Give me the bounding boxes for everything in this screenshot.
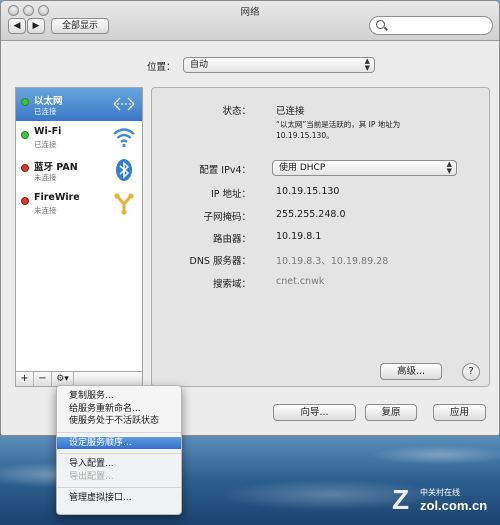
- bluetooth-icon: [116, 159, 132, 181]
- show-all-button[interactable]: 全部显示: [51, 18, 109, 34]
- back-arrow-icon: ◀: [13, 21, 21, 31]
- status-description-ip: 10.19.15.130。: [276, 131, 334, 140]
- service-item-wifi[interactable]: Wi-Fi 已连接: [16, 121, 142, 154]
- location-label: 位置：: [147, 62, 176, 73]
- menu-item-duplicate-service[interactable]: 复制服务...: [57, 390, 181, 403]
- search-icon: [376, 20, 385, 29]
- title-bar: 网络 ◀ ▶ 全部显示: [1, 1, 499, 41]
- status-description: “以太网”当前是活跃的，其 IP 地址为: [276, 120, 401, 129]
- advanced-button[interactable]: 高级...: [380, 363, 442, 380]
- menu-separator: [57, 453, 181, 454]
- status-dot-icon: [21, 164, 29, 172]
- assist-me-button[interactable]: 向导...: [273, 404, 356, 421]
- menu-separator: [57, 487, 181, 488]
- firewire-icon: [114, 193, 134, 215]
- service-status: 已连接: [34, 107, 57, 116]
- ethernet-arrows-icon: [113, 97, 135, 111]
- service-name: FireWire: [34, 192, 80, 203]
- status-dot-icon: [21, 98, 29, 106]
- remove-service-button[interactable]: −: [34, 372, 52, 386]
- zol-watermark: Z 中关村在线 zol.com.cn: [392, 483, 496, 519]
- menu-item-set-service-order[interactable]: 设定服务顺序...: [57, 436, 181, 449]
- add-service-button[interactable]: +: [16, 372, 34, 386]
- router-value: 10.19.8.1: [276, 231, 322, 242]
- location-popup[interactable]: 自动 ▲ ▼: [183, 57, 375, 73]
- forward-button[interactable]: ▶: [27, 18, 45, 34]
- help-button[interactable]: ?: [462, 363, 480, 381]
- menu-item-manage-virtual-interfaces[interactable]: 管理虚拟接口...: [57, 492, 181, 505]
- service-detail-panel: 状态： 已连接 “以太网”当前是活跃的，其 IP 地址为 10.19.15.13…: [151, 87, 490, 387]
- dns-server-value[interactable]: 10.19.8.3、10.19.89.28: [276, 253, 388, 267]
- config-ipv4-popup[interactable]: 使用 DHCP ▲ ▼: [272, 160, 457, 176]
- menu-item-import-configurations[interactable]: 导入配置...: [57, 458, 181, 471]
- status-label: 状态：: [222, 106, 251, 117]
- service-name: 蓝牙 PAN: [34, 162, 78, 173]
- service-status: 未连接: [34, 173, 57, 182]
- service-list[interactable]: 以太网 已连接 Wi-Fi 已连接 蓝牙 PAN 未连接 FireWire 未连…: [15, 87, 143, 372]
- search-domain-value[interactable]: cnet.cnwk: [276, 276, 324, 287]
- config-ipv4-value: 使用 DHCP: [279, 163, 326, 173]
- subnet-mask-value: 255.255.248.0: [276, 209, 346, 220]
- zol-watermark-en: zol.com.cn: [420, 498, 488, 513]
- gear-context-menu: 复制服务... 给服务重新命名... 使服务处于不活跃状态 设定服务顺序... …: [56, 385, 182, 515]
- revert-button[interactable]: 复原: [365, 404, 417, 421]
- back-button[interactable]: ◀: [8, 18, 26, 34]
- wifi-icon: [113, 128, 135, 148]
- subnet-mask-label: 子网掩码：: [203, 212, 251, 223]
- service-name: 以太网: [34, 96, 63, 107]
- menu-item-rename-service[interactable]: 给服务重新命名...: [57, 403, 181, 416]
- gear-menu-button[interactable]: ⚙▾: [52, 372, 74, 386]
- search-field[interactable]: [369, 16, 493, 35]
- zol-logo-mark: Z: [392, 484, 410, 515]
- network-preferences-window: 网络 ◀ ▶ 全部显示 位置： 自动 ▲▼ 以太网 已连接 Wi-Fi 已连接: [0, 0, 500, 436]
- search-domain-label: 搜索域：: [212, 279, 251, 290]
- service-status: 已连接: [34, 140, 57, 149]
- dns-server-label: DNS 服务器：: [189, 256, 251, 267]
- zol-watermark-cn: 中关村在线: [420, 488, 460, 497]
- menu-separator: [57, 431, 181, 433]
- config-ipv4-label: 配置 IPv4：: [199, 165, 251, 176]
- status-value: 已连接: [276, 106, 305, 117]
- service-item-ethernet[interactable]: 以太网 已连接: [16, 88, 142, 121]
- menu-item-make-service-inactive[interactable]: 使服务处于不活跃状态: [57, 415, 181, 428]
- service-status: 未连接: [34, 206, 57, 215]
- location-value: 自动: [190, 60, 209, 70]
- menu-item-export-configurations: 导出配置...: [69, 471, 114, 482]
- popup-arrows-icon: ▲ ▼: [446, 160, 452, 175]
- ip-address-label: IP 地址：: [210, 189, 251, 200]
- apply-button[interactable]: 应用: [433, 404, 486, 421]
- forward-arrow-icon: ▶: [32, 21, 40, 31]
- service-item-bluetooth-pan[interactable]: 蓝牙 PAN 未连接: [16, 154, 142, 187]
- status-dot-icon: [21, 131, 29, 139]
- ip-address-value: 10.19.15.130: [276, 186, 340, 197]
- service-name: Wi-Fi: [34, 126, 62, 137]
- router-label: 路由器：: [212, 234, 251, 245]
- popup-arrows-icon: ▲ ▼: [364, 57, 370, 72]
- service-item-firewire[interactable]: FireWire 未连接: [16, 187, 142, 220]
- status-dot-icon: [21, 197, 29, 205]
